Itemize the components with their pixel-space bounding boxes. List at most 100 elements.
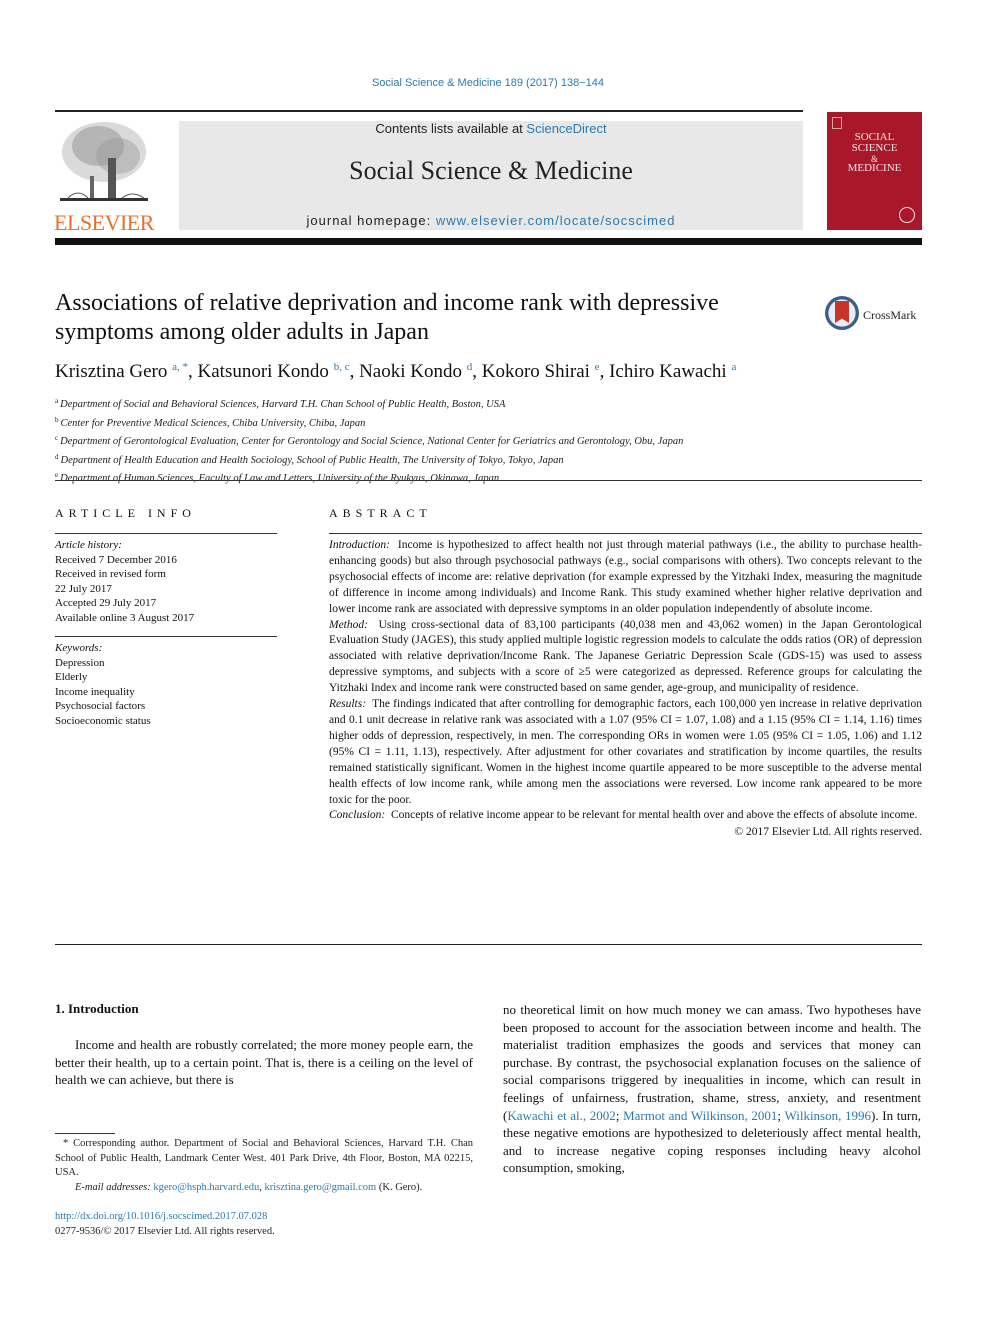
crossmark-label: CrossMark bbox=[863, 308, 917, 322]
abstract-section-text: Income is hypothesized to affect health … bbox=[329, 539, 922, 615]
divider bbox=[55, 636, 277, 637]
keyword-item: Depression bbox=[55, 656, 105, 669]
email-link[interactable]: kgero@hsph.harvard.edu bbox=[153, 1182, 259, 1193]
abstract-section-text: The findings indicated that after contro… bbox=[329, 698, 922, 806]
email-label: E-mail addresses: bbox=[75, 1181, 151, 1193]
keyword-item: Elderly bbox=[55, 671, 88, 683]
affiliation-text: Department of Human Sciences, Faculty of… bbox=[60, 473, 500, 484]
abstract-body: Introduction: Income is hypothesized to … bbox=[329, 538, 922, 841]
author-name[interactable]: Kokoro Shirai bbox=[482, 361, 590, 382]
email-line: E-mail addresses: kgero@hsph.harvard.edu… bbox=[75, 1181, 423, 1193]
cover-line-2: SCIENCE bbox=[851, 142, 898, 154]
body-paragraph: no theoretical limit on how much money w… bbox=[503, 1002, 921, 1176]
history-item: Available online 3 August 2017 bbox=[55, 611, 195, 624]
keywords-label: Keywords: bbox=[55, 642, 103, 654]
divider bbox=[55, 480, 922, 481]
affiliation-item: b Center for Preventive Medical Sciences,… bbox=[55, 413, 925, 432]
email-suffix: (K. Gero). bbox=[376, 1181, 423, 1193]
history-item: 22 July 2017 bbox=[55, 582, 112, 595]
keyword-item: Income inequality bbox=[55, 685, 135, 698]
affiliation-item: a Department of Social and Behavioral Sci… bbox=[55, 394, 925, 413]
email-link[interactable]: krisztina.gero@gmail.com bbox=[265, 1182, 377, 1193]
abstract-copyright: © 2017 Elsevier Ltd. All rights reserved… bbox=[734, 826, 922, 839]
elsevier-tree-icon bbox=[60, 122, 148, 201]
article-history-label: Article history: bbox=[55, 539, 122, 551]
footnote: * Corresponding author. Department of So… bbox=[55, 1137, 473, 1195]
divider bbox=[55, 533, 277, 534]
cover-seal-icon bbox=[899, 207, 915, 223]
abstract-section-label: Introduction: bbox=[329, 539, 390, 551]
contents-prefix: Contents lists available at bbox=[375, 121, 527, 136]
abstract-section-text: Using cross-sectional data of 83,100 par… bbox=[329, 618, 922, 695]
abstract-section-label: Conclusion: bbox=[329, 809, 386, 822]
divider bbox=[55, 944, 922, 945]
divider bbox=[329, 533, 922, 534]
body-paragraph: Income and health are robustly correlate… bbox=[55, 1037, 473, 1088]
cover-publisher-mark bbox=[832, 117, 842, 129]
homepage-line: journal homepage: www.elsevier.com/locat… bbox=[179, 213, 803, 228]
affiliation-key: d bbox=[55, 452, 59, 461]
abstract-heading: ABSTRACT bbox=[329, 506, 432, 520]
affiliation-list: a Department of Social and Behavioral Sci… bbox=[55, 394, 925, 487]
journal-reference[interactable]: Social Science & Medicine 189 (2017) 138… bbox=[0, 77, 976, 89]
author-affiliation-marker[interactable]: a, * bbox=[172, 361, 188, 373]
crossmark-badge[interactable]: CrossMark bbox=[825, 296, 925, 334]
author-affiliation-marker[interactable]: b, c bbox=[334, 361, 350, 373]
author-affiliation-marker[interactable]: e bbox=[595, 361, 600, 373]
journal-title: Social Science & Medicine bbox=[349, 156, 633, 185]
affiliation-text: Center for Preventive Medical Sciences, … bbox=[60, 417, 366, 429]
body-text: no theoretical limit on how much money w… bbox=[503, 1002, 921, 1123]
author-name[interactable]: Ichiro Kawachi bbox=[609, 361, 727, 382]
cover-line-4: MEDICINE bbox=[847, 162, 902, 174]
abstract-section: Results: The findings indicated that aft… bbox=[329, 697, 922, 808]
issn-copyright: 0277-9536/© 2017 Elsevier Ltd. All right… bbox=[55, 1226, 275, 1237]
article-title: Associations of relative deprivation and… bbox=[55, 290, 719, 345]
abstract-section-label: Method: bbox=[329, 618, 368, 631]
author-affiliation-marker[interactable]: d bbox=[467, 361, 473, 373]
homepage-link[interactable]: www.elsevier.com/locate/socscimed bbox=[436, 213, 676, 228]
abstract-section: Introduction: Income is hypothesized to … bbox=[329, 538, 922, 618]
elsevier-logo[interactable]: ELSEVIER bbox=[52, 118, 156, 235]
citation-link[interactable]: Marmot and Wilkinson, 2001 bbox=[623, 1108, 777, 1123]
keyword-item: Socioeconomic status bbox=[55, 714, 151, 727]
journal-cover-thumbnail[interactable]: SOCIAL SCIENCE & MEDICINE bbox=[827, 112, 922, 230]
header-top-rule bbox=[55, 110, 803, 112]
doi-link[interactable]: http://dx.doi.org/10.1016/j.socscimed.20… bbox=[55, 1211, 267, 1222]
sciencedirect-link[interactable]: ScienceDirect bbox=[526, 121, 606, 136]
affiliation-text: Department of Social and Behavioral Scie… bbox=[60, 399, 506, 410]
author-list: Krisztina Gero a, *, Katsunori Kondo b, … bbox=[55, 361, 737, 382]
footnote-rule bbox=[55, 1133, 115, 1134]
affiliation-text: Department of Gerontological Evaluation,… bbox=[60, 436, 684, 447]
history-item: Accepted 29 July 2017 bbox=[55, 597, 157, 609]
keywords-list: Keywords: Depression Elderly Income ineq… bbox=[55, 641, 277, 728]
corresponding-author-note: * Corresponding author. Department of So… bbox=[55, 1138, 473, 1178]
contents-line: Contents lists available at ScienceDirec… bbox=[179, 121, 803, 136]
author-name[interactable]: Katsunori Kondo bbox=[198, 361, 329, 382]
affiliation-key: a bbox=[55, 397, 59, 405]
elsevier-wordmark: ELSEVIER bbox=[54, 210, 154, 235]
affiliation-text: Department of Health Education and Healt… bbox=[60, 454, 564, 466]
body-column-left: Income and health are robustly correlate… bbox=[55, 1036, 473, 1089]
article-history: Article history: Received 7 December 201… bbox=[55, 538, 277, 625]
citation-link[interactable]: Wilkinson, 1996 bbox=[784, 1108, 871, 1123]
abstract-section: Method: Using cross-sectional data of 83… bbox=[329, 618, 922, 698]
homepage-prefix: journal homepage: bbox=[306, 213, 436, 228]
header-thick-rule bbox=[55, 238, 922, 245]
affiliation-key: b bbox=[55, 415, 59, 424]
abstract-section-text: Concepts of relative income appear to be… bbox=[390, 809, 918, 822]
abstract-section-label: Results: bbox=[329, 698, 367, 711]
author-name[interactable]: Naoki Kondo bbox=[359, 361, 462, 382]
affiliation-key: e bbox=[55, 471, 59, 479]
body-column-right: no theoretical limit on how much money w… bbox=[503, 1001, 921, 1177]
section-heading-introduction: 1. Introduction bbox=[55, 1001, 139, 1016]
author-name[interactable]: Krisztina Gero bbox=[55, 361, 167, 382]
affiliation-key: c bbox=[55, 434, 59, 442]
history-item: Received in revised form bbox=[55, 568, 166, 580]
article-info-heading: ARTICLE INFO bbox=[55, 506, 196, 520]
citation-link[interactable]: Kawachi et al., 2002 bbox=[507, 1108, 615, 1123]
author-affiliation-marker[interactable]: a bbox=[731, 361, 736, 373]
affiliation-item: d Department of Health Education and Heal… bbox=[55, 450, 925, 469]
keyword-item: Psychosocial factors bbox=[55, 700, 146, 712]
abstract-section: Conclusion: Concepts of relative income … bbox=[329, 808, 922, 824]
affiliation-item: e Department of Human Sciences, Faculty o… bbox=[55, 468, 925, 487]
